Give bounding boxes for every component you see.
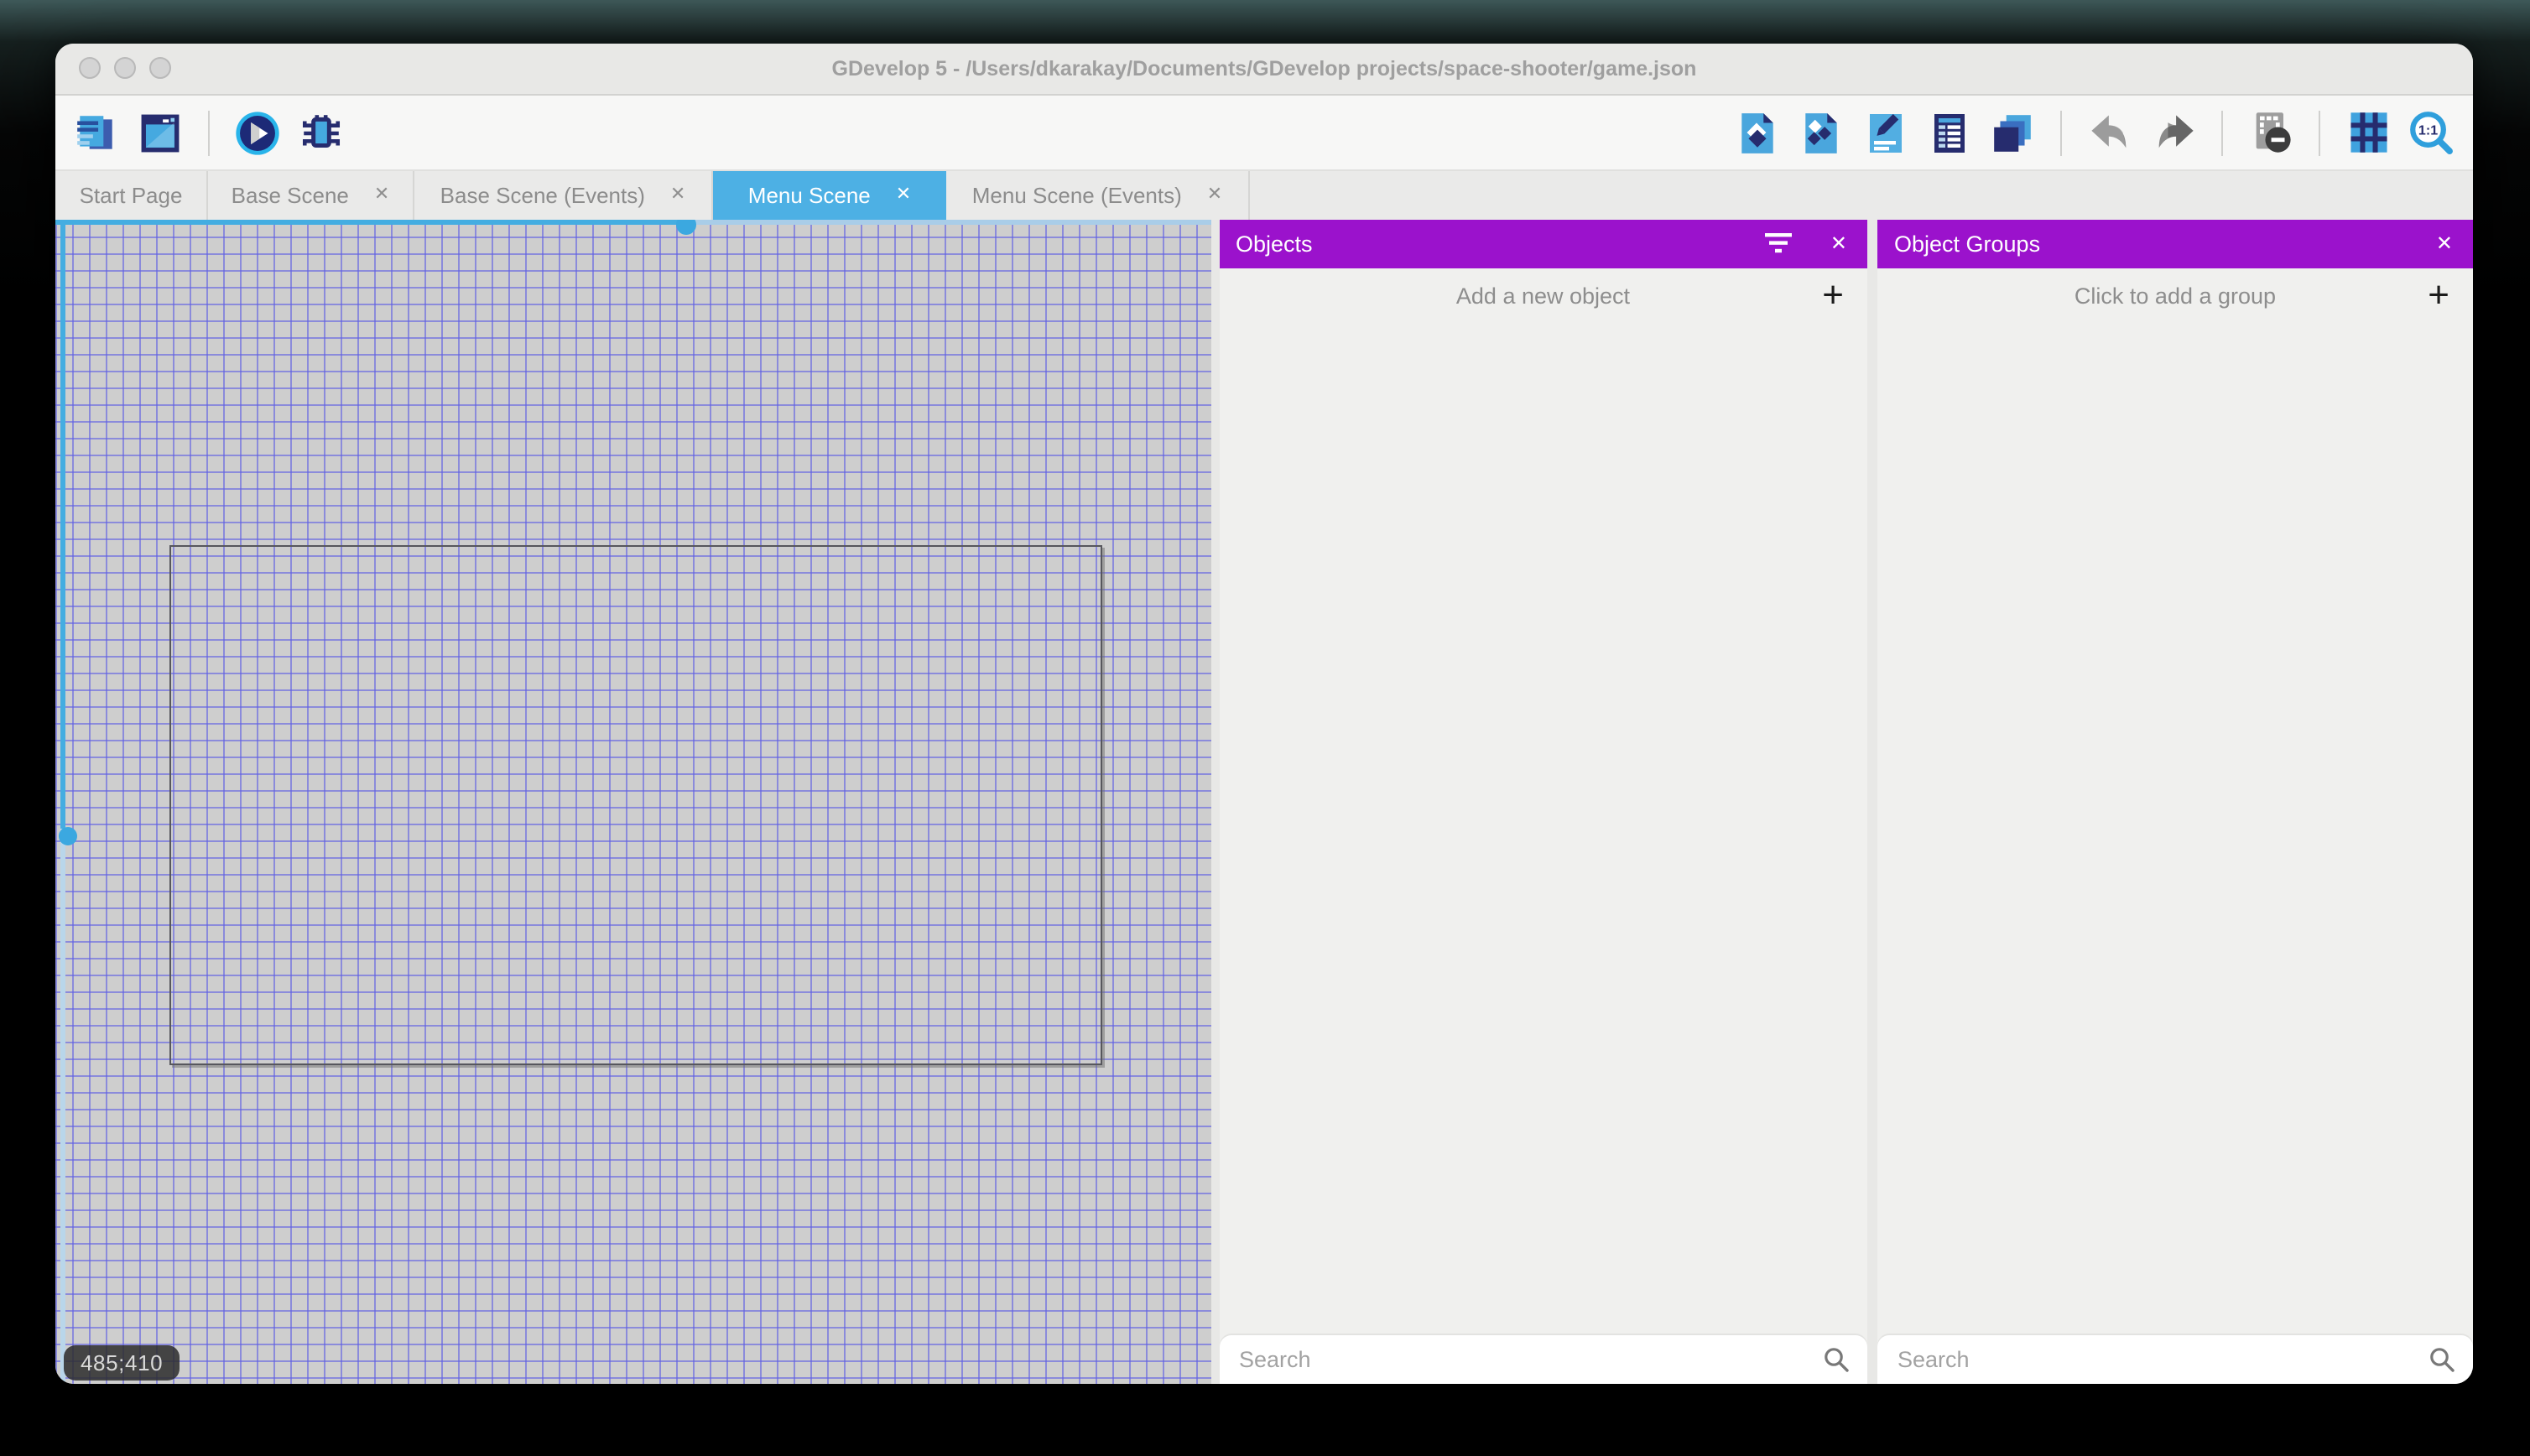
window-mask-icon[interactable]	[2246, 108, 2295, 157]
tab-base-scene-events[interactable]: Base Scene (Events) ✕	[414, 171, 713, 220]
project-manager-icon[interactable]	[72, 108, 121, 157]
start-page-icon[interactable]	[136, 108, 185, 157]
instances-list-icon[interactable]	[1924, 108, 1973, 157]
object-groups-panel-header: Object Groups ✕	[1877, 220, 2473, 268]
object-groups-search-input[interactable]	[1894, 1345, 2414, 1374]
redo-icon[interactable]	[2149, 108, 2198, 157]
search-icon	[2428, 1345, 2456, 1374]
desktop: GDevelop 5 - /Users/dkarakay/Documents/G…	[0, 0, 2530, 1456]
tab-menu-scene[interactable]: Menu Scene ✕	[713, 171, 946, 220]
main-toolbar: 1:1	[55, 96, 2473, 169]
vertical-scrollbar-knob[interactable]	[59, 827, 77, 845]
toolbar-separator	[208, 110, 210, 155]
add-group-button[interactable]: +	[2428, 273, 2449, 316]
toolbar-separator	[2221, 110, 2223, 155]
editor-tabs: Start Page Base Scene ✕ Base Scene (Even…	[55, 169, 2473, 220]
layers-editor-icon[interactable]	[1988, 108, 2037, 157]
objects-panel-title: Objects	[1236, 231, 1313, 257]
filter-icon[interactable]	[1764, 233, 1792, 254]
search-icon	[1822, 1345, 1851, 1374]
objects-search-bar	[1219, 1335, 1867, 1384]
debug-icon[interactable]	[297, 108, 346, 157]
close-icon[interactable]: ✕	[2436, 234, 2453, 254]
add-object-button[interactable]: +	[1822, 273, 1844, 316]
toolbar-separator	[2319, 110, 2320, 155]
tab-label: Base Scene (Events)	[440, 183, 645, 208]
tab-label: Base Scene	[231, 183, 349, 208]
object-groups-list	[1877, 325, 2473, 1335]
tab-close-icon[interactable]: ✕	[1207, 185, 1222, 205]
toolbar-separator	[2060, 110, 2062, 155]
tab-menu-scene-events[interactable]: Menu Scene (Events) ✕	[946, 171, 1250, 220]
objects-editor-icon[interactable]	[1733, 108, 1782, 157]
zoom-icon[interactable]: 1:1	[2408, 108, 2456, 157]
object-groups-panel: Object Groups ✕ Click to add a group +	[1877, 220, 2473, 1384]
toolbar-right-group: 1:1	[1733, 108, 2456, 157]
horizontal-scrollbar-track	[55, 220, 686, 225]
undo-icon[interactable]	[2085, 108, 2134, 157]
panel-divider	[1211, 220, 1219, 1384]
toolbar-left-group	[72, 108, 346, 157]
add-group-row[interactable]: Click to add a group +	[1877, 268, 2473, 325]
horizontal-scrollbar[interactable]	[55, 220, 1211, 235]
tab-close-icon[interactable]: ✕	[374, 185, 389, 205]
scene-window-border	[169, 545, 1102, 1065]
tab-label: Menu Scene	[747, 183, 871, 208]
tab-base-scene[interactable]: Base Scene ✕	[208, 171, 414, 220]
object-groups-search-bar	[1877, 1335, 2473, 1384]
tab-close-icon[interactable]: ✕	[670, 185, 685, 205]
gdevelop-window: GDevelop 5 - /Users/dkarakay/Documents/G…	[55, 44, 2473, 1384]
objects-search-input[interactable]	[1236, 1345, 1809, 1374]
object-groups-editor-icon[interactable]	[1797, 108, 1845, 157]
title-bar: GDevelop 5 - /Users/dkarakay/Documents/G…	[55, 44, 2473, 96]
vertical-scrollbar-track	[60, 225, 65, 829]
objects-panel-header: Objects ✕	[1219, 220, 1867, 268]
add-object-row[interactable]: Add a new object +	[1219, 268, 1867, 325]
zoom-level-label: 1:1	[2418, 122, 2438, 137]
properties-icon[interactable]	[1861, 108, 1909, 157]
tab-label: Menu Scene (Events)	[971, 183, 1182, 208]
grid-icon[interactable]	[2344, 108, 2392, 157]
cursor-coordinates-badge: 485;410	[64, 1345, 180, 1381]
vertical-scrollbar[interactable]	[59, 225, 77, 1384]
tab-start-page[interactable]: Start Page	[55, 171, 208, 220]
objects-panel: Objects ✕ Add a new object + Search	[1219, 220, 1867, 1384]
panel-divider	[1867, 220, 1877, 1384]
tab-label: Start Page	[79, 183, 183, 208]
object-groups-panel-title: Object Groups	[1894, 231, 2041, 257]
horizontal-scrollbar-knob[interactable]	[676, 220, 696, 235]
tab-close-icon[interactable]: ✕	[896, 185, 911, 205]
add-group-label: Click to add a group	[2074, 283, 2277, 309]
close-icon[interactable]: ✕	[1830, 234, 1847, 254]
preview-icon[interactable]	[233, 108, 282, 157]
window-title: GDevelop 5 - /Users/dkarakay/Documents/G…	[831, 57, 1697, 81]
editor-content: 485;410 Objects ✕ Add a new object + Sea…	[55, 220, 2473, 1384]
objects-list	[1219, 325, 1867, 1335]
scene-editor-canvas[interactable]: 485;410	[55, 220, 1211, 1384]
add-object-label: Add a new object	[1455, 283, 1631, 309]
